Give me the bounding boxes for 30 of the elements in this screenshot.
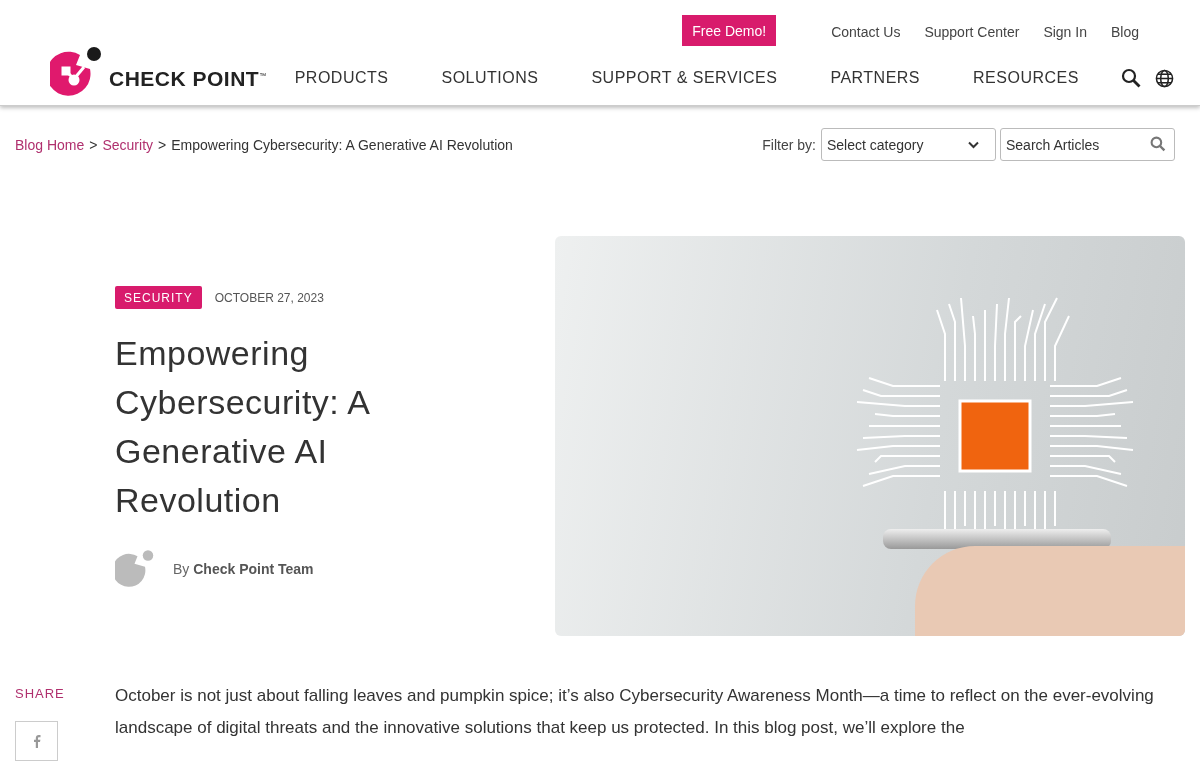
search-field[interactable]: Search Articles xyxy=(1000,128,1175,161)
breadcrumb-link[interactable]: Security xyxy=(102,136,154,153)
top-link[interactable]: Blog xyxy=(1110,21,1139,40)
facebook-icon xyxy=(32,734,41,748)
article-paragraph: October is not just about falling leaves and pumpkin spice; it’s also Cybersecurity Awareness Month—a time to reflect on the ever-evolving landscape of digital threats and the innovative solutions that keep us protected. In this blog post, we’ll explore the xyxy=(115,685,1155,739)
nav-menu-item[interactable]: SUPPORT & SERVICES xyxy=(591,69,778,87)
top-link[interactable]: Contact Us xyxy=(831,21,901,40)
article-title: Empowering Cybersecurity: A Generative AI Revolution xyxy=(115,333,371,521)
nav-menu-item[interactable]: RESOURCES xyxy=(973,69,1079,87)
filter-label: Filter by: xyxy=(762,136,816,153)
chevron-down-icon xyxy=(968,140,979,149)
share-label: SHARE xyxy=(15,686,65,701)
breadcrumb-current-page: Empowering Cybersecurity: A Generative AI Revolution xyxy=(171,136,513,153)
author-byline: By Check Point Team xyxy=(173,561,314,577)
search-icon[interactable] xyxy=(1120,68,1141,88)
nav-menu-item[interactable]: SOLUTIONS xyxy=(441,69,539,87)
free-demo-button[interactable]: Free Demo! xyxy=(682,15,777,46)
globe-icon[interactable] xyxy=(1154,68,1174,88)
nav-menu-item[interactable]: PRODUCTS xyxy=(294,69,389,87)
breadcrumb-separator: > xyxy=(158,136,167,153)
article-date: OCTOBER 27, 2023 xyxy=(214,290,324,305)
category-select[interactable]: Select category xyxy=(821,128,996,161)
top-link[interactable]: Sign In xyxy=(1043,21,1087,40)
nav-menu-item[interactable]: PARTNERS xyxy=(830,69,921,87)
logo-wordmark[interactable]: CHECK POINT$^{™}$ xyxy=(109,67,267,91)
breadcrumb-separator: > xyxy=(89,136,98,153)
facebook-share-button[interactable] xyxy=(15,721,58,761)
breadcrumb-link[interactable]: Blog Home xyxy=(15,136,85,153)
category-tag[interactable]: SECURITY xyxy=(115,286,202,309)
top-link[interactable]: Support Center xyxy=(924,21,1020,40)
